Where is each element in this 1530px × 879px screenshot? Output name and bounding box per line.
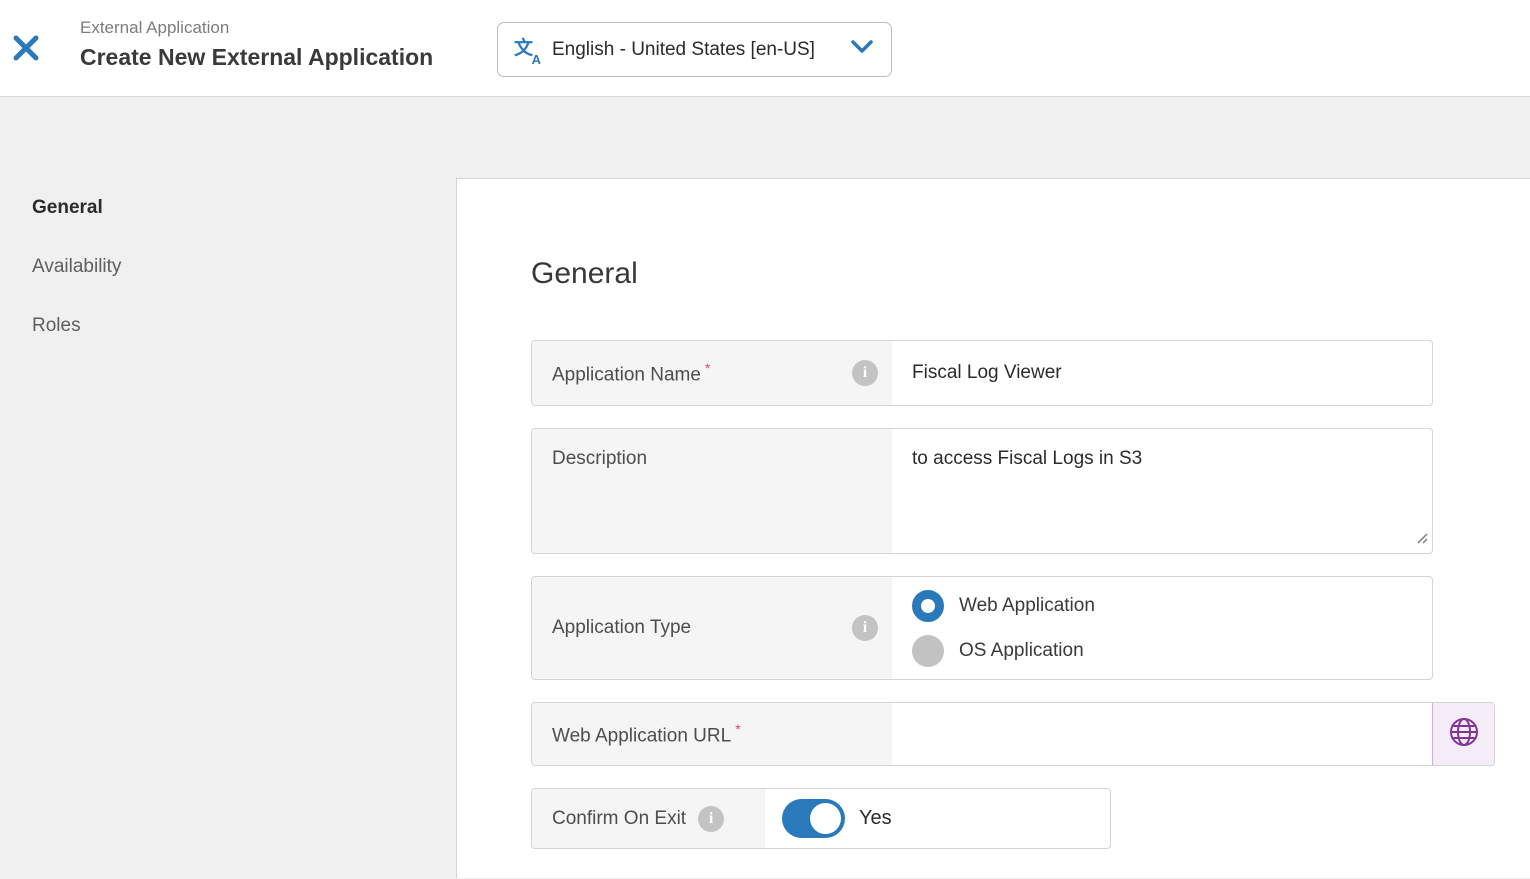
sidebar-item-roles[interactable]: Roles <box>32 315 81 337</box>
description-value-cell: to access Fiscal Logs in S3 <box>892 429 1432 553</box>
close-button[interactable] <box>10 33 42 65</box>
confirm-on-exit-row: Confirm On Exit i Yes <box>531 788 1111 849</box>
application-type-label-cell: Application Type i <box>532 577 892 679</box>
radio-unselected-icon <box>912 635 944 667</box>
globe-icon <box>1448 716 1480 753</box>
info-icon[interactable]: i <box>698 806 724 832</box>
application-type-label: Application Type <box>552 617 691 639</box>
confirm-on-exit-state: Yes <box>859 807 892 830</box>
description-row: Description to access Fiscal Logs in S3 <box>531 428 1433 554</box>
main-area: General Availability Roles General Appli… <box>0 97 1530 878</box>
section-title: General <box>531 254 1530 294</box>
description-label: Description <box>552 448 647 470</box>
chevron-down-icon <box>851 40 873 59</box>
application-name-label-cell: Application Name* i <box>532 341 892 405</box>
required-asterisk: * <box>735 721 740 737</box>
confirm-on-exit-label: Confirm On Exit <box>552 808 686 830</box>
header-bar: External Application Create New External… <box>0 0 1530 97</box>
description-label-cell: Description <box>532 429 892 553</box>
sidebar-item-availability[interactable]: Availability <box>32 256 121 278</box>
application-name-label: Application Name* <box>552 360 710 386</box>
translate-icon: 文 A <box>514 37 540 63</box>
sidebar-nav: General Availability Roles <box>0 97 456 878</box>
language-dropdown-value: English - United States [en-US] <box>552 39 841 61</box>
form-panel: General Application Name* i Description … <box>456 178 1530 878</box>
info-icon[interactable]: i <box>852 360 878 386</box>
required-asterisk: * <box>705 360 710 376</box>
sidebar-item-general[interactable]: General <box>32 197 103 219</box>
radio-web-application[interactable]: Web Application <box>912 590 1432 622</box>
language-dropdown[interactable]: 文 A English - United States [en-US] <box>497 22 892 77</box>
web-application-url-label: Web Application URL* <box>552 721 741 747</box>
application-name-row: Application Name* i <box>531 340 1433 406</box>
radio-selected-icon <box>912 590 944 622</box>
toggle-knob <box>810 803 841 834</box>
application-type-row: Application Type i Web Application OS Ap… <box>531 576 1433 680</box>
confirm-on-exit-label-cell: Confirm On Exit i <box>532 789 765 848</box>
info-icon[interactable]: i <box>852 615 878 641</box>
page-title: Create New External Application <box>80 40 433 74</box>
web-application-url-value-cell <box>892 703 1432 765</box>
confirm-on-exit-value-cell: Yes <box>765 789 1110 848</box>
close-icon <box>11 33 41 66</box>
web-application-url-row: Web Application URL* <box>531 702 1495 766</box>
web-application-url-label-cell: Web Application URL* <box>532 703 892 765</box>
page-subtitle: External Application <box>80 16 433 40</box>
application-name-input[interactable] <box>892 341 1432 405</box>
application-type-options: Web Application OS Application <box>892 577 1432 679</box>
description-textarea[interactable]: to access Fiscal Logs in S3 <box>892 429 1432 553</box>
resize-handle[interactable] <box>1414 530 1428 549</box>
title-block: External Application Create New External… <box>80 16 433 74</box>
application-name-value-cell <box>892 341 1432 405</box>
radio-os-application[interactable]: OS Application <box>912 635 1432 667</box>
url-browse-button[interactable] <box>1432 703 1494 765</box>
web-application-url-input[interactable] <box>892 703 1432 765</box>
confirm-on-exit-toggle[interactable] <box>782 799 845 838</box>
